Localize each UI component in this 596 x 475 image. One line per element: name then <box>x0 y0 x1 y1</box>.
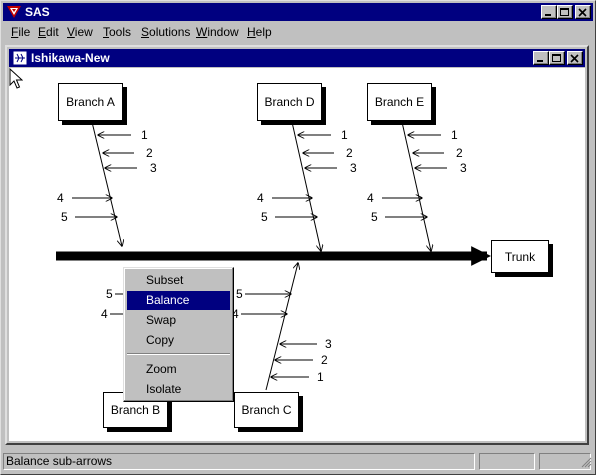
child-title: Ishikawa-New <box>31 51 110 65</box>
menu-item-subset[interactable]: Subset <box>127 271 230 290</box>
sas-logo-icon <box>7 6 21 18</box>
menu-file[interactable]: File <box>11 25 30 39</box>
sub-arrow-label: 5 <box>61 210 68 224</box>
sub-arrow-label: 5 <box>106 287 113 301</box>
sub-arrow-label: 2 <box>321 353 328 367</box>
branch-d-label: Branch D <box>264 95 315 109</box>
menu-help[interactable]: Help <box>247 25 272 39</box>
maximize-button[interactable] <box>557 5 573 19</box>
sub-arrow-label: 4 <box>367 191 374 205</box>
sub-arrow-label: 2 <box>456 146 463 160</box>
trunk-box[interactable]: Trunk <box>491 240 549 273</box>
menu-tools[interactable]: Tools <box>103 25 131 39</box>
menu-edit[interactable]: Edit <box>38 25 59 39</box>
sub-arrow-label: 3 <box>150 161 157 175</box>
menu-item-isolate[interactable]: Isolate <box>127 380 230 399</box>
sub-arrow-label: 1 <box>141 128 148 142</box>
sub-arrow-label: 1 <box>341 128 348 142</box>
trunk-label: Trunk <box>504 249 536 264</box>
menu-item-copy[interactable]: Copy <box>127 331 230 350</box>
context-menu: Subset Balance Swap Copy Zoom Isolate <box>123 267 234 402</box>
menu-item-swap[interactable]: Swap <box>127 311 230 330</box>
maximize-icon <box>560 8 569 16</box>
resize-grip-icon[interactable] <box>581 457 592 468</box>
child-close-button[interactable] <box>567 51 583 65</box>
menu-view[interactable]: View <box>67 25 93 39</box>
branch-a-label: Branch A <box>66 95 115 109</box>
diagram-icon <box>12 50 28 66</box>
menu-separator <box>127 353 230 355</box>
sub-arrow-label: 2 <box>346 146 353 160</box>
close-icon <box>570 54 579 63</box>
branch-e-box[interactable]: Branch E <box>367 83 432 121</box>
sub-arrow-label: 1 <box>451 128 458 142</box>
branch-a-arrow[interactable] <box>91 121 122 246</box>
branch-c-box[interactable]: Branch C <box>234 392 299 428</box>
sub-arrow-label: 5 <box>371 210 378 224</box>
sub-arrow-label: 3 <box>460 161 467 175</box>
branch-e-label: Branch E <box>374 95 425 109</box>
menu-item-zoom[interactable]: Zoom <box>127 360 230 379</box>
status-message: Balance sub-arrows <box>3 453 475 470</box>
branch-d-arrow[interactable] <box>291 121 321 251</box>
sub-arrow-label: 5 <box>261 210 268 224</box>
mouse-pointer-icon <box>9 68 23 89</box>
ishikawa-child-window: Ishikawa-New Branch A Branch D Branch E … <box>5 45 589 445</box>
minimize-icon <box>545 14 551 16</box>
child-titlebar[interactable]: Ishikawa-New <box>9 49 585 67</box>
app-title: SAS <box>25 5 50 19</box>
menu-window[interactable]: Window <box>196 25 239 39</box>
sub-arrow-label: 4 <box>257 191 264 205</box>
close-icon <box>578 8 587 17</box>
app-titlebar[interactable]: SAS <box>3 3 593 21</box>
branch-c-arrow[interactable] <box>265 263 298 391</box>
sub-arrow-label: 1 <box>317 370 324 384</box>
child-minimize-button[interactable] <box>533 51 549 65</box>
branch-c-label: Branch C <box>241 403 292 417</box>
sub-arrow-label: 3 <box>350 161 357 175</box>
minimize-icon <box>537 60 543 62</box>
close-button[interactable] <box>575 5 591 19</box>
status-bar: Balance sub-arrows <box>3 451 593 471</box>
branch-b-label: Branch B <box>110 403 161 417</box>
status-panel-empty <box>479 453 535 470</box>
menu-item-balance[interactable]: Balance <box>127 291 230 310</box>
maximize-icon <box>552 54 561 62</box>
menu-solutions[interactable]: Solutions <box>141 25 190 39</box>
ishikawa-canvas[interactable]: Branch A Branch D Branch E Trunk Branch … <box>9 68 585 441</box>
child-maximize-button[interactable] <box>549 51 565 65</box>
sub-arrow-label: 4 <box>57 191 64 205</box>
branch-d-box[interactable]: Branch D <box>257 83 322 121</box>
sub-arrow-label: 5 <box>236 287 243 301</box>
branch-a-box[interactable]: Branch A <box>58 83 123 121</box>
sub-arrow-label: 2 <box>146 146 153 160</box>
minimize-button[interactable] <box>541 5 557 19</box>
menu-bar: File Edit View Tools Solutions Window He… <box>3 22 593 41</box>
branch-e-arrow[interactable] <box>401 121 431 251</box>
sub-arrow-label: 4 <box>101 307 108 321</box>
sub-arrow-label: 3 <box>325 337 332 351</box>
